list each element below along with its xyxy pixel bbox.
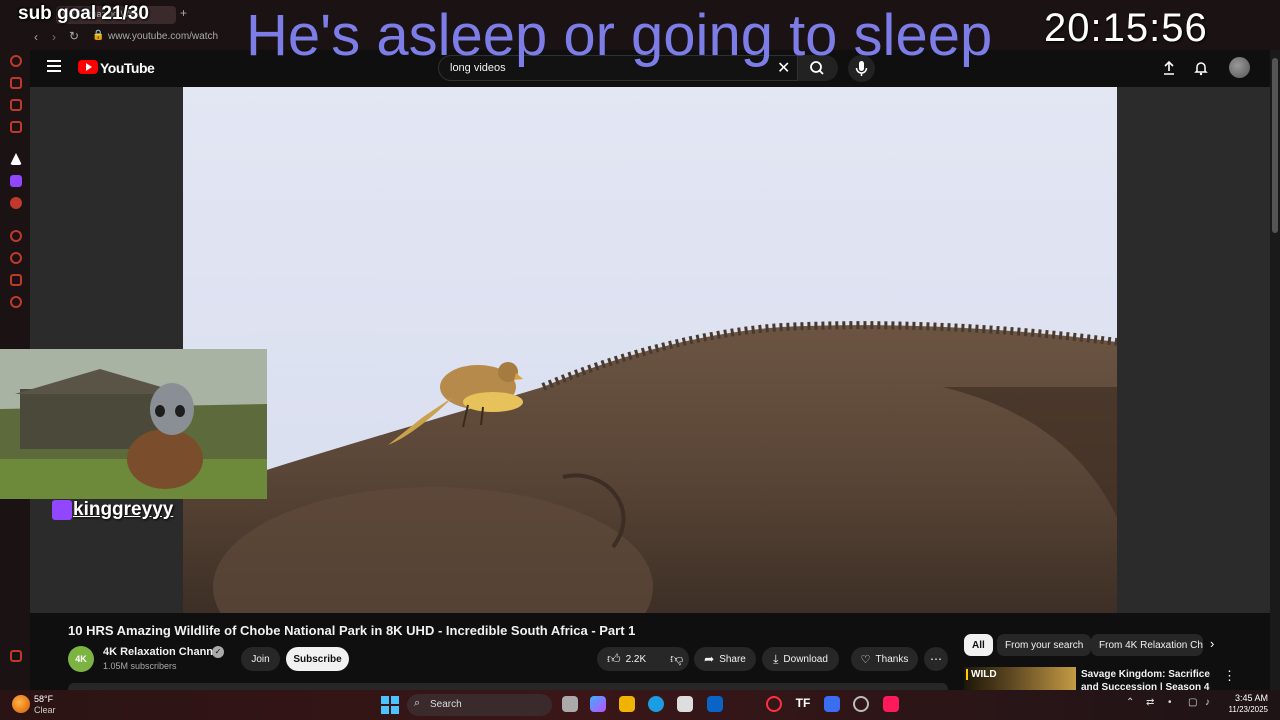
pinboard-icon[interactable] [10,274,22,286]
like-count: 2.2K [625,653,647,665]
extensions-icon[interactable] [10,77,22,89]
weather-icon[interactable] [12,695,30,713]
youtube-logo-text[interactable]: YouTube [100,60,155,76]
video-title: 10 HRS Amazing Wildlife of Chobe Nationa… [68,623,636,638]
twitch-logo-icon [52,500,72,520]
chip-from-channel[interactable]: From 4K Relaxation Ch [1091,634,1203,656]
youtube-sidebar-icon[interactable] [10,197,22,209]
kick-icon[interactable] [10,153,22,165]
video-frame[interactable] [183,87,1117,613]
gx-icon[interactable] [10,650,22,662]
file-explorer-icon[interactable] [619,696,635,712]
scrollbar-thumb[interactable] [1272,58,1278,233]
recommendation-menu-icon[interactable]: ⋮ [1223,668,1236,684]
outlook-icon[interactable] [707,696,723,712]
channel-avatar[interactable]: 4K [68,646,94,672]
weather-temperature[interactable]: 58°F [34,694,53,704]
notifications-bell-icon[interactable] [1193,60,1209,76]
chip-from-your-search[interactable]: From your search [997,634,1092,656]
subscriber-count: 1.05M subscribers [103,661,177,671]
webcam-overlay [0,349,267,499]
share-button[interactable]: ➦ Share [694,647,756,671]
stream-clock: 20:15:56 [1044,6,1208,50]
weather-description[interactable]: Clear [34,705,56,715]
wildlife-scene [183,87,1117,613]
youtube-logo-icon[interactable] [78,60,98,74]
download-icon: ⤓ [773,651,779,666]
tf-app-icon[interactable]: TF [795,696,811,712]
sub-goal-overlay: sub goal 21/30 [18,3,149,24]
opera-gx-icon[interactable] [766,696,782,712]
network-icon[interactable]: ▢ [1188,697,1197,708]
twitch-handle: kinggreyyy [73,499,174,520]
join-button[interactable]: Join [241,647,280,671]
verified-badge-icon: ✓ [212,646,224,658]
taskbar-search-icon: ⌕ [414,697,421,709]
chevron-right-icon[interactable]: › [1210,636,1214,651]
player-pillarbox-right [1117,87,1270,613]
player-icon[interactable] [10,230,22,242]
super-thanks-icon: ♡ [860,653,871,666]
twitch-sidebar-icon[interactable] [10,175,22,187]
tray-chevron-icon[interactable]: ⌃ [1126,697,1134,708]
webcam-scene [0,349,267,499]
reload-icon[interactable]: ↻ [69,29,79,43]
history-icon[interactable] [10,252,22,264]
recommendation-title[interactable]: Savage Kingdom: Sacrifice and Succession… [1081,668,1216,690]
obs-icon[interactable] [853,696,869,712]
forward-icon[interactable]: › [52,30,56,44]
upload-icon[interactable] [1161,60,1177,76]
messenger-icon[interactable] [10,99,22,111]
task-view-icon[interactable] [562,696,578,712]
new-tab-button[interactable]: + [180,6,187,20]
sync-icon[interactable]: ⇄ [1146,697,1154,708]
back-icon[interactable]: ‹ [34,30,38,44]
system-date[interactable]: 11/23/2025 [1220,705,1268,714]
app-icon[interactable] [824,696,840,712]
copilot-icon[interactable] [590,696,606,712]
thanks-button[interactable]: ♡ Thanks [851,647,918,671]
ai-icon[interactable] [10,55,22,67]
settings-icon[interactable] [10,296,22,308]
tiktok-icon[interactable] [883,696,899,712]
more-actions-button[interactable]: ⋯ [924,647,948,671]
download-button[interactable]: ⤓ Download [762,647,839,671]
channel-name[interactable]: 4K Relaxation Channel [103,646,222,658]
subscribe-button[interactable]: Subscribe [286,647,349,671]
more-dots-icon: ⋯ [930,652,942,666]
download-label: Download [783,653,828,665]
edge-icon[interactable] [648,696,664,712]
taskbar-search-label[interactable]: Search [430,699,462,710]
address-bar[interactable]: www.youtube.com/watch [108,31,218,42]
thumbs-up-icon: 👍︎ [607,651,621,666]
store-icon[interactable] [677,696,693,712]
news-icon[interactable] [10,121,22,133]
stream-status-caption: He's asleep or going to sleep [246,3,993,68]
like-button[interactable]: 👍︎ 2.2K 👎︎ [597,647,689,671]
hamburger-menu-icon[interactable] [47,60,61,72]
tray-mic-icon[interactable]: • [1168,697,1172,708]
system-time[interactable]: 3:45 AM [1228,693,1268,703]
thanks-label: Thanks [875,653,909,665]
lock-icon[interactable]: 🔒 [92,30,104,41]
share-icon: ➦ [704,652,715,666]
thumbs-down-icon[interactable]: 👎︎ [670,651,683,667]
volume-icon[interactable]: ♪ [1205,697,1210,708]
windows-taskbar [0,690,1280,720]
share-label: Share [719,653,746,665]
windows-start-icon[interactable] [381,696,399,714]
chip-all[interactable]: All [964,634,993,656]
taskbar-search-box[interactable] [407,694,552,716]
nat-geo-wild-badge: WILD [966,669,997,680]
account-avatar[interactable] [1229,57,1250,78]
